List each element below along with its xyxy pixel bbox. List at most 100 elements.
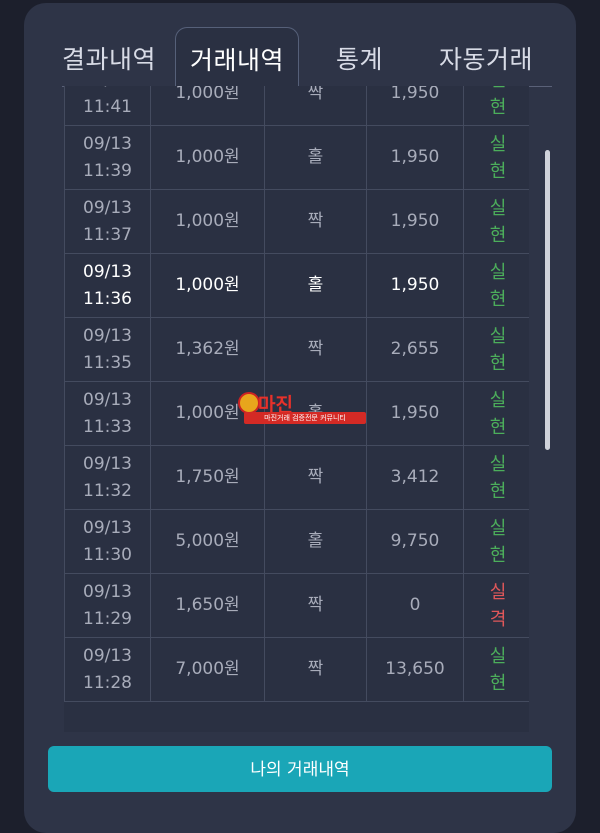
- datetime-cell: 09/13 11:39: [64, 125, 151, 190]
- datetime-cell: 09/13 11:29: [64, 573, 151, 638]
- table-row: 09/13 11:41 1,000원 짝 1,950 실현: [64, 86, 529, 126]
- tab-auto-trade[interactable]: 자동거래: [439, 40, 533, 76]
- row-time: 11:28: [83, 672, 132, 693]
- row-amount: 1,000원: [175, 275, 240, 295]
- payout-cell: 0: [366, 573, 464, 638]
- row-amount: 1,000원: [175, 147, 240, 167]
- row-pick: 짝: [307, 86, 324, 103]
- row-payout: 1,950: [390, 147, 440, 167]
- datetime-cell: 09/13 11:37: [64, 189, 151, 254]
- row-time: 11:41: [83, 96, 132, 117]
- row-time: 11:33: [83, 416, 132, 437]
- pick-cell: 짝: [264, 86, 367, 126]
- row-payout: 2,655: [390, 339, 440, 359]
- pick-cell: 홀: [264, 509, 367, 574]
- row-result: 실: [489, 389, 507, 411]
- table-row: 09/13 11:30 5,000원 홀 9,750 실 현: [64, 509, 529, 574]
- row-result: 실: [489, 261, 507, 283]
- row-time: 11:29: [83, 608, 132, 629]
- row-time: 11:36: [83, 288, 132, 309]
- row-result: 실: [489, 517, 507, 539]
- row-payout: 0: [409, 595, 421, 615]
- payout-cell: 1,950: [366, 86, 464, 126]
- row-amount: 1,650원: [175, 595, 240, 615]
- payout-cell: 13,650: [366, 637, 464, 702]
- row-result: 현: [489, 416, 507, 438]
- row-pick: 홀: [307, 531, 324, 551]
- payout-cell: 1,950: [366, 125, 464, 190]
- amount-cell: 1,362원: [150, 317, 265, 382]
- row-time: 11:35: [83, 352, 132, 373]
- row-result: 현: [489, 544, 507, 566]
- result-cell: 실격: [463, 573, 529, 638]
- row-pick: 짝: [307, 659, 324, 679]
- result-cell: 실현: [463, 189, 529, 254]
- scrollbar-thumb[interactable]: [545, 150, 550, 450]
- row-result: 실: [489, 325, 507, 347]
- row-payout: 1,950: [390, 403, 440, 423]
- datetime-cell: 09/13 11:32: [64, 445, 151, 510]
- row-date: 09/13: [65, 86, 150, 94]
- row-date: 09/13: [83, 197, 132, 218]
- row-date: 09/13: [83, 517, 132, 538]
- row-result: 실: [489, 133, 507, 155]
- table-row: 09/13 11:32 1,750원 짝 3,412 실 현: [64, 445, 529, 510]
- row-date: 09/13: [83, 261, 132, 282]
- row-date: 09/13: [83, 581, 132, 602]
- payout-cell: 1,950: [366, 189, 464, 254]
- table-row: 09/13 11:39 1,000원 홀 1,950 실 현: [64, 125, 529, 190]
- datetime-cell: 09/13 11:41: [64, 86, 151, 126]
- row-result: 실: [489, 581, 507, 603]
- row-result: 실: [464, 86, 529, 94]
- pick-cell: 홀: [264, 125, 367, 190]
- result-cell: 실현: [463, 86, 529, 126]
- result-cell: 실현: [463, 637, 529, 702]
- row-time: 11:37: [83, 224, 132, 245]
- amount-cell: 1,650원: [150, 573, 265, 638]
- my-trade-history-button[interactable]: 나의 거래내역: [48, 746, 552, 792]
- row-result: 현: [489, 352, 507, 374]
- row-date: 09/13: [83, 645, 132, 666]
- row-result: 현: [489, 160, 507, 182]
- pick-cell: 짝: [264, 573, 367, 638]
- pick-cell: 짝: [264, 317, 367, 382]
- row-time: 11:30: [83, 544, 132, 565]
- row-result: 현: [489, 288, 507, 310]
- table-row: 09/13 11:35 1,362원 짝 2,655 실 현: [64, 317, 529, 382]
- tab-bar: 결과내역 거래내역 통계 자동거래: [24, 3, 576, 89]
- row-amount: 7,000원: [175, 659, 240, 679]
- row-amount: 1,750원: [175, 467, 240, 487]
- row-payout: 1,950: [390, 211, 440, 231]
- amount-cell: 5,000원: [150, 509, 265, 574]
- result-cell: 실현: [463, 445, 529, 510]
- payout-cell: 1,950: [366, 253, 464, 318]
- pick-cell: 홀: [264, 253, 367, 318]
- row-time: 11:32: [83, 480, 132, 501]
- row-date: 09/13: [83, 133, 132, 154]
- row-payout: 1,950: [390, 86, 440, 103]
- result-cell: 실현: [463, 381, 529, 446]
- pick-cell: 짝: [264, 189, 367, 254]
- amount-cell: 7,000원: [150, 637, 265, 702]
- payout-cell: 1,950: [366, 381, 464, 446]
- table-row: 09/13 11:36 1,000원 홀 1,950 실 현: [64, 253, 529, 318]
- tab-trade-history[interactable]: 거래내역: [175, 27, 299, 87]
- row-payout: 3,412: [390, 467, 440, 487]
- amount-cell: 1,000원: [150, 125, 265, 190]
- row-pick: 짝: [307, 339, 324, 359]
- datetime-cell: 09/13 11:28: [64, 637, 151, 702]
- row-date: 09/13: [83, 389, 132, 410]
- row-result: 실: [489, 453, 507, 475]
- table-row: 09/13 11:37 1,000원 짝 1,950 실 현: [64, 189, 529, 254]
- tab-statistics[interactable]: 통계: [336, 40, 383, 76]
- pick-cell: 짝: [264, 445, 367, 510]
- row-result: 현: [489, 672, 507, 694]
- result-cell: 실현: [463, 125, 529, 190]
- row-pick: 짝: [307, 595, 324, 615]
- payout-cell: 3,412: [366, 445, 464, 510]
- tab-results[interactable]: 결과내역: [62, 40, 156, 76]
- result-cell: 실현: [463, 509, 529, 574]
- payout-cell: 2,655: [366, 317, 464, 382]
- amount-cell: 1,000원: [150, 86, 265, 126]
- result-cell: 실현: [463, 317, 529, 382]
